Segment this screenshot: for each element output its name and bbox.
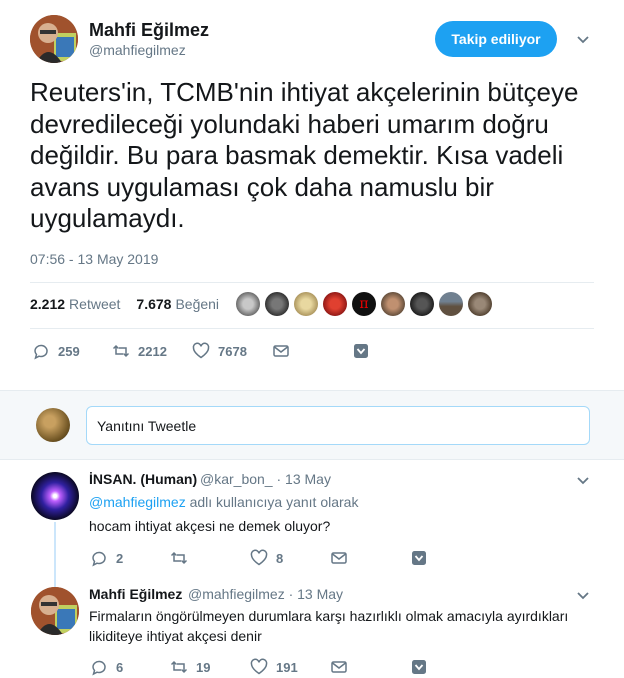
liker-avatar[interactable] — [236, 292, 260, 316]
liker-avatar[interactable] — [468, 292, 492, 316]
chevron-down-icon[interactable] — [576, 33, 590, 47]
chevron-down-icon[interactable] — [576, 589, 590, 603]
current-user-avatar[interactable] — [36, 408, 70, 442]
like-stat-label: Beğeni — [175, 296, 220, 312]
reply-icon — [92, 660, 106, 676]
separator: · — [288, 586, 294, 602]
liker-avatar[interactable] — [381, 292, 405, 316]
reply-date[interactable]: 13 May — [297, 586, 343, 602]
reply-composer: Yanıtını Tweetle — [0, 390, 624, 460]
retweet-stat-count: 2.212 — [30, 296, 66, 312]
reply-action[interactable]: 259 — [32, 342, 80, 360]
retweet-action[interactable]: 19 — [170, 658, 210, 676]
divider — [30, 328, 594, 329]
reply-action[interactable]: 2 — [90, 549, 123, 567]
reply-context: @mahfiegilmez adlı kullanıcıya yanıt ola… — [89, 494, 358, 510]
chevron-down-icon[interactable] — [576, 474, 590, 488]
message-action[interactable] — [272, 342, 290, 360]
retweet-stat[interactable]: 2.212 Retweet — [30, 296, 120, 312]
liker-avatar[interactable] — [439, 292, 463, 316]
reply-input[interactable]: Yanıtını Tweetle — [86, 406, 590, 445]
reply-author-name[interactable]: Mahfi Eğilmez — [89, 586, 182, 602]
divider — [30, 282, 594, 283]
reply-context-text: adlı kullanıcıya yanıt olarak — [189, 494, 359, 510]
retweet-action[interactable]: 2212 — [112, 342, 167, 360]
retweet-count: 2212 — [138, 343, 167, 359]
author-avatar[interactable] — [30, 15, 78, 63]
message-action[interactable] — [330, 549, 348, 567]
author-name[interactable]: Mahfi Eğilmez — [89, 20, 209, 41]
thread-line — [54, 522, 56, 588]
reply-author-name[interactable]: İNSAN. (Human) — [89, 471, 197, 487]
dropdown-action[interactable] — [410, 549, 428, 567]
like-action[interactable]: 191 — [250, 658, 298, 676]
reply-author-handle[interactable]: @kar_bon_ — [200, 471, 273, 487]
liker-avatar[interactable] — [323, 292, 347, 316]
like-count: 191 — [276, 659, 298, 675]
tweet-text: Reuters'in, TCMB'nin ihtiyat akçelerinin… — [30, 77, 579, 233]
reply-author-avatar[interactable] — [31, 587, 79, 635]
dropdown-box-icon — [412, 660, 426, 674]
reply-icon — [92, 551, 106, 567]
pi-avatar[interactable]: π — [352, 292, 376, 316]
tweet-timestamp[interactable]: 07:56 - 13 May 2019 — [30, 251, 158, 267]
like-action[interactable]: 7678 — [192, 342, 247, 360]
heart-icon — [192, 342, 210, 359]
like-action[interactable]: 8 — [250, 549, 283, 567]
reply-count: 6 — [116, 659, 124, 675]
dropdown-box-icon — [354, 344, 368, 358]
dropdown-action[interactable] — [410, 658, 428, 676]
reply-author-avatar[interactable] — [31, 472, 79, 520]
message-action[interactable] — [330, 658, 348, 676]
reply-count: 2 — [116, 550, 124, 566]
reply-text: Firmaların öngörülmeyen durumlara karşı … — [89, 608, 569, 644]
liker-avatar[interactable] — [410, 292, 434, 316]
bookmark-action[interactable] — [352, 342, 370, 360]
liker-avatar[interactable] — [265, 292, 289, 316]
retweet-action[interactable] — [170, 549, 196, 567]
reply-icon — [34, 344, 48, 360]
replies-thread: İNSAN. (Human) @kar_bon_ · 13 May @mahfi… — [0, 460, 624, 678]
liker-avatar[interactable] — [294, 292, 318, 316]
retweet-stat-label: Retweet — [69, 296, 121, 312]
envelope-icon — [331, 552, 347, 564]
reply-meta: @mahfiegilmez · 13 May — [188, 586, 343, 602]
reply-to-link[interactable]: @mahfiegilmez — [89, 494, 186, 510]
like-count: 7678 — [218, 343, 247, 359]
retweet-icon — [170, 551, 188, 565]
following-button[interactable]: Takip ediliyor — [435, 21, 557, 57]
reply-text: hocam ihtiyat akçesi ne demek oluyor? — [89, 518, 331, 534]
dropdown-box-icon — [412, 551, 426, 565]
author-handle[interactable]: @mahfiegilmez — [89, 42, 186, 58]
envelope-icon — [331, 661, 347, 673]
retweet-count: 19 — [196, 659, 211, 675]
reply-action[interactable]: 6 — [90, 658, 123, 676]
like-stat[interactable]: 7.678 Beğeni — [136, 296, 219, 312]
main-tweet: Mahfi Eğilmez @mahfiegilmez Takip ediliy… — [0, 0, 624, 390]
envelope-icon — [273, 345, 289, 357]
like-stat-count: 7.678 — [136, 296, 172, 312]
retweet-icon — [170, 660, 188, 674]
retweet-icon — [112, 344, 130, 358]
reply-author-handle[interactable]: @mahfiegilmez — [188, 586, 285, 602]
reply-meta: @kar_bon_ · 13 May — [200, 471, 331, 487]
separator: · — [276, 471, 282, 487]
tweet-stats: 2.212 Retweet 7.678 Beğeni — [30, 296, 219, 312]
reply-date[interactable]: 13 May — [285, 471, 331, 487]
heart-icon — [250, 658, 268, 675]
likers-avatars: π — [236, 292, 492, 316]
like-count: 8 — [276, 550, 284, 566]
reply-count: 259 — [58, 343, 80, 359]
heart-icon — [250, 549, 268, 566]
